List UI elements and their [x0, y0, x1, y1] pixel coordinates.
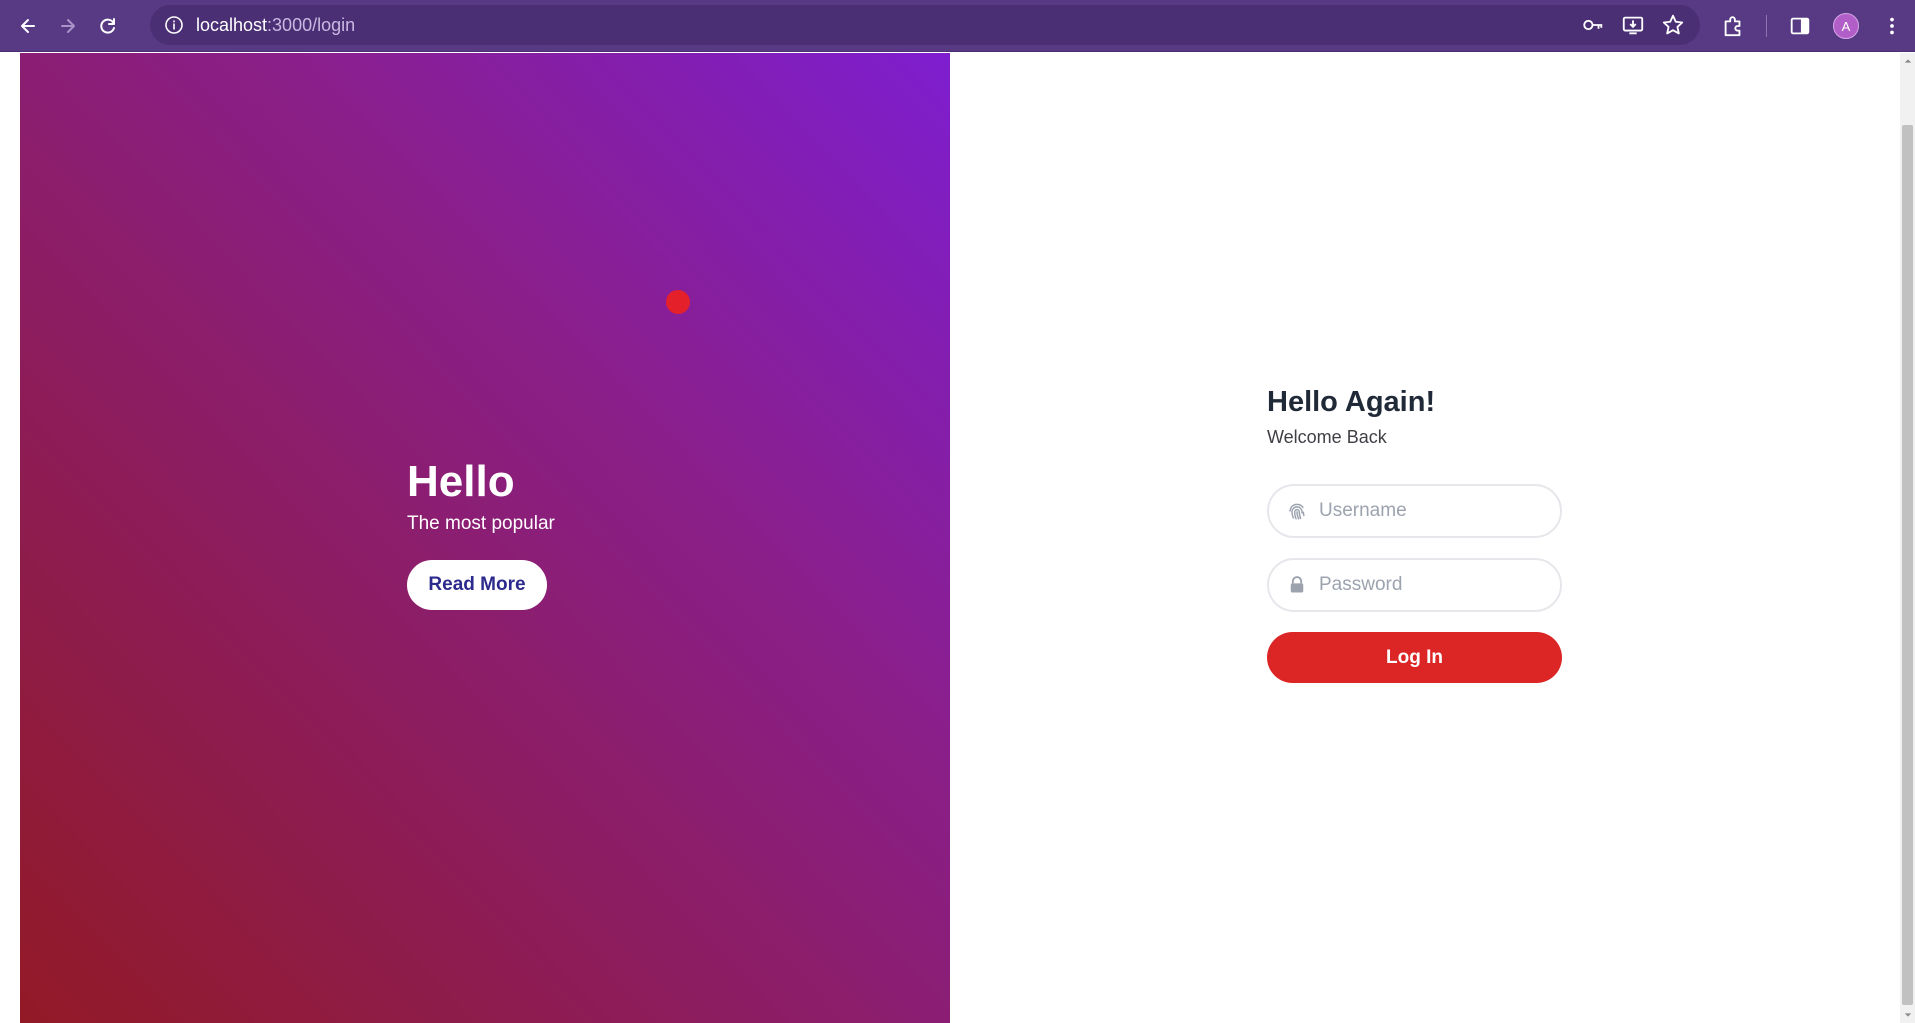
page-viewport: Hello The most popular Read More Hello A…	[0, 53, 1915, 1023]
password-key-icon[interactable]	[1580, 12, 1606, 38]
lock-icon	[1285, 573, 1309, 597]
reload-icon	[100, 17, 115, 34]
page-scrollbar[interactable]	[1900, 53, 1915, 1023]
extensions-icon[interactable]	[1718, 11, 1748, 41]
bookmark-star-icon[interactable]	[1660, 12, 1686, 38]
login-subtitle: Welcome Back	[1267, 427, 1387, 447]
hero-subtitle: The most popular	[407, 513, 555, 534]
password-input[interactable]	[1319, 574, 1539, 596]
back-button[interactable]	[8, 6, 48, 46]
hero-panel: Hello The most popular Read More	[20, 53, 950, 1023]
url-path: :3000/login	[267, 14, 356, 35]
login-title: Hello Again!	[1267, 386, 1436, 418]
back-icon	[21, 18, 35, 33]
toolbar-divider	[1766, 15, 1767, 37]
login-button[interactable]: Log In	[1267, 632, 1562, 683]
side-panel-icon[interactable]	[1785, 11, 1815, 41]
url-host: localhost	[196, 14, 268, 35]
address-bar-actions	[1580, 5, 1686, 45]
red-dot-decoration	[666, 290, 690, 314]
scroll-down-arrow-icon[interactable]	[1900, 1007, 1915, 1023]
scroll-up-arrow-icon[interactable]	[1900, 53, 1915, 69]
read-more-button[interactable]: Read More	[407, 560, 547, 610]
profile-avatar[interactable]: A	[1833, 13, 1859, 39]
hero-title: Hello	[407, 457, 515, 506]
left-gutter	[0, 53, 20, 1023]
menu-dots-icon[interactable]	[1877, 11, 1907, 41]
toolbar-actions: A	[1718, 6, 1907, 46]
username-input[interactable]	[1319, 500, 1539, 522]
address-bar[interactable]: localhost:3000/login	[150, 5, 1700, 45]
site-info-icon[interactable]	[164, 15, 184, 35]
browser-toolbar: localhost:3000/login A	[0, 0, 1915, 52]
reload-button[interactable]	[88, 6, 128, 46]
url-text[interactable]: localhost:3000/login	[196, 15, 355, 36]
scrollbar-thumb[interactable]	[1902, 125, 1913, 1005]
login-form: Hello Again! Welcome Back Log In	[1267, 384, 1562, 683]
fingerprint-icon	[1285, 499, 1309, 523]
hero-content: Hello The most popular Read More	[407, 456, 555, 610]
password-field[interactable]	[1267, 558, 1562, 612]
forward-button[interactable]	[48, 6, 88, 46]
username-field[interactable]	[1267, 484, 1562, 538]
forward-icon	[61, 18, 75, 33]
install-app-icon[interactable]	[1620, 12, 1646, 38]
